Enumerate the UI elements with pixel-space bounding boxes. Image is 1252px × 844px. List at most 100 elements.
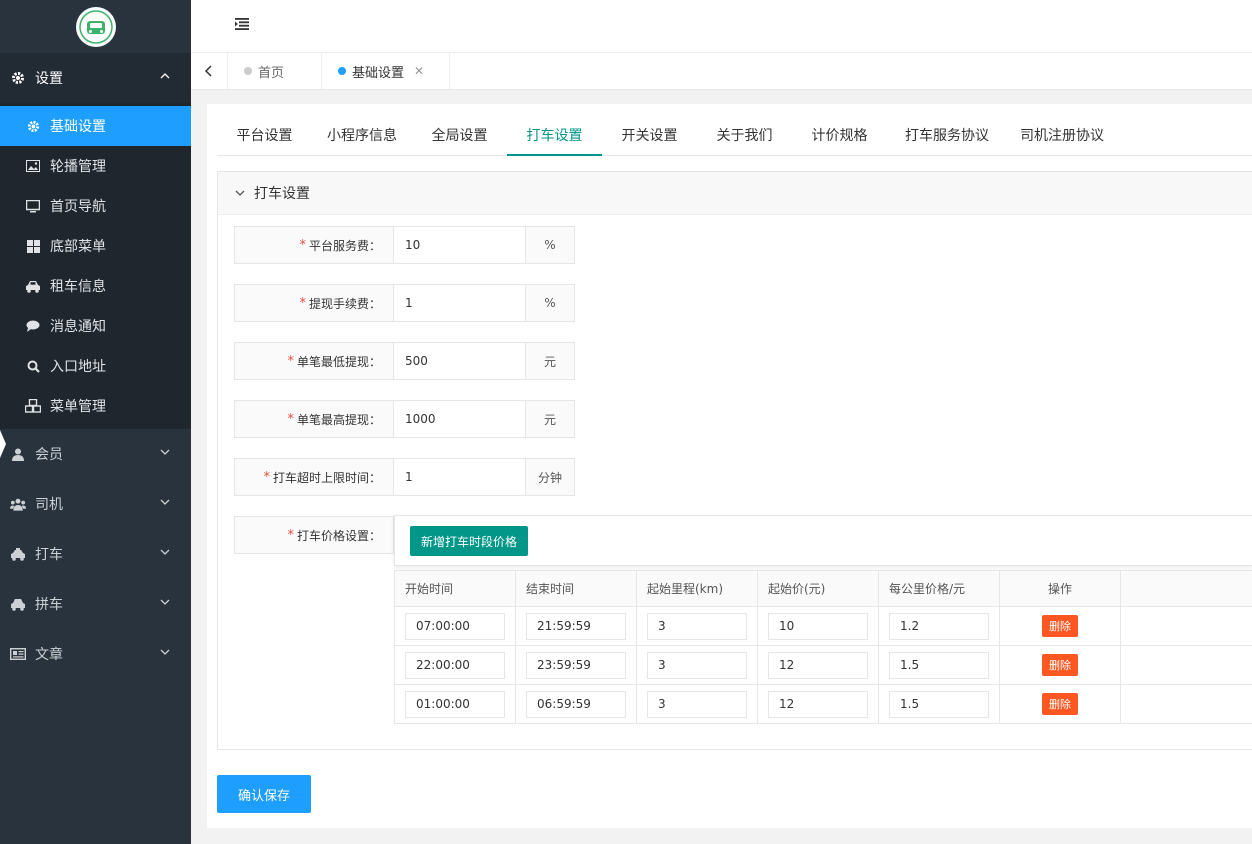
sidebar-item-notifications[interactable]: 消息通知	[0, 306, 191, 346]
menu-group-label: 设置	[35, 71, 63, 87]
page-tab-home[interactable]: 首页	[228, 53, 322, 89]
tab-driver-agreement[interactable]: 司机注册协议	[1012, 104, 1112, 156]
start-time-input[interactable]: 01:00:00	[405, 690, 505, 718]
search-icon	[25, 360, 41, 373]
confirm-save-button[interactable]: 确认保存	[217, 775, 311, 813]
page-tab-basic-settings[interactable]: 基础设置 ✕	[322, 53, 450, 89]
base-price-input[interactable]: 12	[768, 651, 868, 679]
per-km-price-input[interactable]: 1.2	[889, 612, 989, 640]
field-unit: %	[525, 284, 575, 322]
menu-toggle-icon[interactable]	[235, 18, 249, 34]
logo-area	[0, 0, 191, 53]
menu-group-articles[interactable]: 文章	[0, 629, 191, 679]
close-icon[interactable]: ✕	[414, 64, 424, 78]
monitor-icon	[25, 199, 41, 213]
tab-miniprogram-info[interactable]: 小程序信息	[317, 104, 407, 156]
max-withdraw-input[interactable]: 1000	[394, 400, 526, 438]
table-row: 07:00:00 21:59:59 3 10 1.2 删除	[394, 606, 1252, 646]
sidebar-item-home-nav[interactable]: 首页导航	[0, 186, 191, 226]
sidebar-item-bottom-menu[interactable]: 底部菜单	[0, 226, 191, 266]
tab-pricing-rules[interactable]: 计价规格	[802, 104, 877, 156]
tab-about-us[interactable]: 关于我们	[707, 104, 782, 156]
sidebar-item-label: 底部菜单	[50, 239, 106, 255]
taxi-settings-panel: 打车设置 * 平台服务费： 10 % * 提现手续费： 1 % * 单笔最低提现： 5…	[217, 171, 1252, 750]
menu-group-settings[interactable]: 设置	[0, 53, 191, 103]
tab-status-dot	[338, 67, 346, 75]
sidebar-item-entry-url[interactable]: 入口地址	[0, 346, 191, 386]
end-time-input[interactable]: 21:59:59	[526, 612, 626, 640]
sidebar-item-basic-settings[interactable]: 基础设置	[0, 106, 191, 146]
start-km-input[interactable]: 3	[647, 651, 747, 679]
menu-group-label: 拼车	[35, 597, 63, 613]
per-km-price-input[interactable]: 1.5	[889, 690, 989, 718]
settings-tabs: 平台设置 小程序信息 全局设置 打车设置 开关设置 关于我们 计价规格 打车服务…	[217, 104, 1252, 156]
end-time-input[interactable]: 23:59:59	[526, 651, 626, 679]
timeout-input[interactable]: 1	[394, 458, 526, 496]
base-price-input[interactable]: 10	[768, 612, 868, 640]
menu-group-label: 打车	[35, 547, 63, 563]
sidebar-item-label: 首页导航	[50, 199, 106, 215]
cubes-icon	[25, 399, 41, 413]
tab-platform-settings[interactable]: 平台设置	[227, 104, 302, 156]
sidebar-scroll-marker	[0, 430, 6, 458]
sidebar-item-carousel[interactable]: 轮播管理	[0, 146, 191, 186]
chevron-down-icon	[159, 546, 171, 562]
field-label-service-fee: * 平台服务费：	[234, 226, 394, 264]
chevron-down-icon	[159, 496, 171, 512]
user-icon	[10, 448, 26, 461]
sidebar: 设置 基础设置 轮播管理 首页导航 底部菜单 租车信息 消息通知 入口地址 菜单…	[0, 0, 191, 844]
end-time-input[interactable]: 06:59:59	[526, 690, 626, 718]
grid-icon	[25, 239, 41, 253]
chevron-up-icon	[159, 70, 171, 86]
sidebar-item-label: 基础设置	[50, 119, 106, 135]
sidebar-item-label: 轮播管理	[50, 159, 106, 175]
service-fee-input[interactable]: 10	[394, 226, 526, 264]
taxi-icon	[10, 547, 26, 561]
field-label-timeout: * 打车超时上限时间：	[234, 458, 394, 496]
tab-taxi-agreement[interactable]: 打车服务协议	[897, 104, 997, 156]
add-time-price-button[interactable]: 新增打车时段价格	[410, 526, 528, 556]
sidebar-item-rental[interactable]: 租车信息	[0, 266, 191, 306]
panel-header[interactable]: 打车设置	[218, 172, 1252, 215]
delete-row-button[interactable]: 删除	[1042, 693, 1078, 715]
menu-group-drivers[interactable]: 司机	[0, 479, 191, 529]
menu-group-label: 司机	[35, 497, 63, 513]
price-toolbar: 新增打车时段价格	[394, 515, 1252, 566]
chevron-down-icon	[234, 187, 246, 199]
sidebar-item-menu-management[interactable]: 菜单管理	[0, 386, 191, 426]
per-km-price-input[interactable]: 1.5	[889, 651, 989, 679]
menu-group-taxi[interactable]: 打车	[0, 529, 191, 579]
menu-group-carpool[interactable]: 拼车	[0, 579, 191, 629]
base-price-input[interactable]: 12	[768, 690, 868, 718]
tab-global-settings[interactable]: 全局设置	[422, 104, 497, 156]
table-row: 01:00:00 06:59:59 3 12 1.5 删除	[394, 684, 1252, 724]
tab-switch-settings[interactable]: 开关设置	[612, 104, 687, 156]
column-header: 起始价(元)	[757, 570, 879, 607]
car-logo-icon	[78, 9, 113, 44]
gear-icon	[25, 120, 41, 133]
image-icon	[25, 160, 41, 172]
logo[interactable]	[75, 6, 116, 47]
sidebar-item-label: 入口地址	[50, 359, 106, 375]
menu-group-members[interactable]: 会员	[0, 429, 191, 479]
sidebar-item-label: 租车信息	[50, 279, 106, 295]
page-tab-label: 基础设置	[352, 65, 405, 81]
start-time-input[interactable]: 07:00:00	[405, 612, 505, 640]
start-km-input[interactable]: 3	[647, 612, 747, 640]
start-time-input[interactable]: 22:00:00	[405, 651, 505, 679]
menu-group-label: 会员	[35, 447, 63, 463]
table-header-row: 开始时间 结束时间 起始里程(km) 起始价(元) 每公里价格/元 操作	[394, 570, 1252, 607]
start-km-input[interactable]: 3	[647, 690, 747, 718]
tab-taxi-settings[interactable]: 打车设置	[507, 104, 602, 156]
delete-row-button[interactable]: 删除	[1042, 654, 1078, 676]
delete-row-button[interactable]: 删除	[1042, 615, 1078, 637]
field-unit: %	[525, 226, 575, 264]
min-withdraw-input[interactable]: 500	[394, 342, 526, 380]
tabs-scroll-left-button[interactable]	[191, 53, 228, 89]
column-header: 结束时间	[515, 570, 637, 607]
page-tabs-strip: 首页 基础设置 ✕	[191, 53, 1252, 90]
tab-status-dot	[244, 67, 252, 75]
car-icon	[25, 280, 41, 293]
field-unit: 元	[525, 342, 575, 380]
withdraw-fee-input[interactable]: 1	[394, 284, 526, 322]
